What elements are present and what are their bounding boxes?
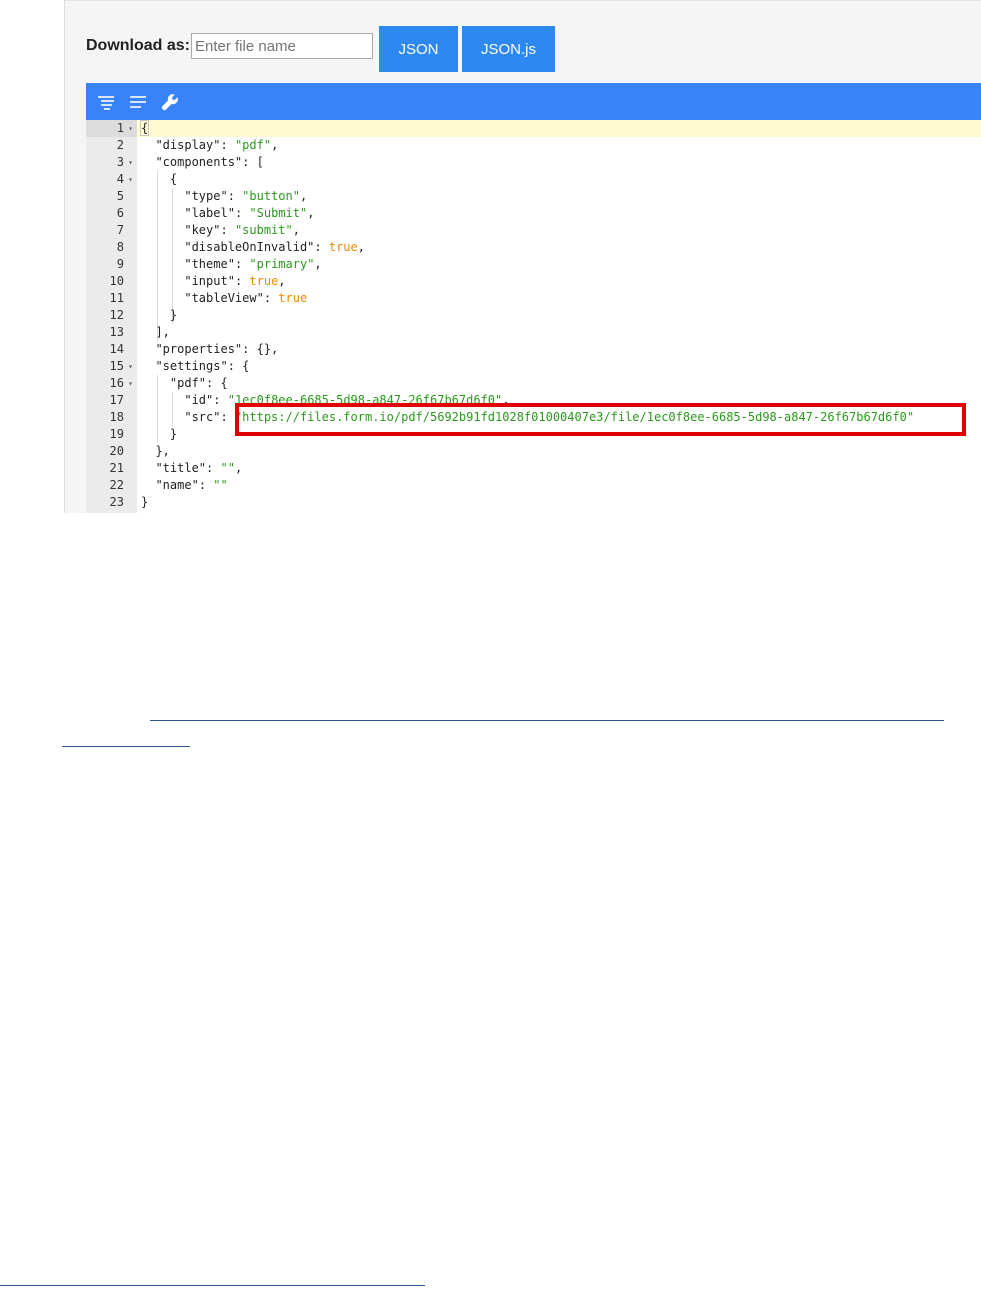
code-line: "display": "pdf", [155, 138, 279, 152]
editor-toolbar [86, 83, 981, 120]
code-area[interactable]: 1 ▾ 2 3 ▾ 4 ▾ 5 6 7 8 9 10 11 12 13 14 15 ▾ 16 ▾ 17 18 19 20 21 22… [86, 120, 981, 513]
code-line: "disableOnInvalid": true, [184, 240, 365, 254]
json-download-panel: Download as: JSON JSON.js 1▾23▾4▾5678910… [64, 0, 981, 513]
code-line: "label": "Submit", [184, 206, 315, 220]
code-line: "pdf": { [169, 376, 228, 390]
code-line: { [139, 120, 150, 136]
download-as-label: Download as: [86, 37, 191, 54]
format-icon[interactable] [96, 92, 116, 112]
code-line: "components": [ [155, 155, 264, 169]
code-line: "settings": { [155, 359, 250, 373]
file-name-input[interactable] [191, 33, 373, 59]
code-line: "properties": {}, [155, 342, 279, 356]
code-line: } [141, 427, 178, 441]
download-json-button[interactable]: JSON [379, 26, 458, 72]
json-editor[interactable]: 1 ▾ 2 3 ▾ 4 ▾ 5 6 7 8 9 10 11 12 13 14 15 ▾ 16 ▾ 17 18 19 20 21 22… [86, 83, 981, 513]
underline-mark [150, 720, 944, 721]
repair-icon[interactable] [160, 92, 180, 112]
code-line: "name": "" [155, 478, 228, 492]
underline-mark [0, 1285, 425, 1286]
code-line: "theme": "primary", [184, 257, 322, 271]
download-jsonjs-button[interactable]: JSON.js [462, 26, 555, 72]
code-line: } [141, 495, 149, 509]
code-line: }, [141, 444, 170, 458]
code-line: { [141, 172, 178, 186]
src-highlight-box [235, 403, 966, 436]
code-line: "type": "button", [184, 189, 308, 203]
code-line: "title": "", [155, 461, 243, 475]
compact-icon[interactable] [128, 92, 148, 112]
code-line: "input": true, [184, 274, 286, 288]
code-line: } [141, 308, 178, 322]
code-line: "tableView": true [184, 291, 308, 305]
code-line: ], [141, 325, 170, 339]
underline-mark [62, 746, 190, 747]
code-line: "key": "submit", [184, 223, 300, 237]
